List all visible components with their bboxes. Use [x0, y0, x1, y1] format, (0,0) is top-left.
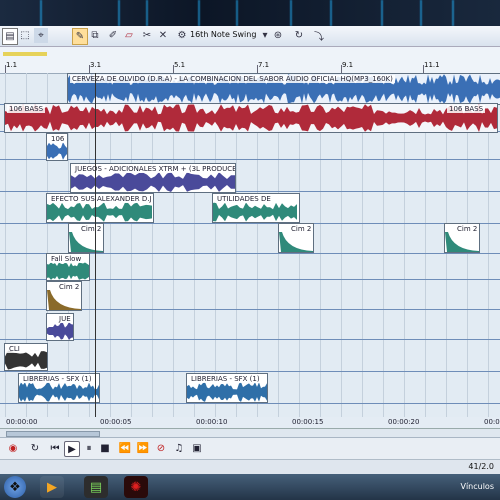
time-label: 00:00:00 [6, 418, 38, 426]
ruler-mark: 1.1 [6, 61, 18, 69]
taskbar: ❖ ▶ ▤ ✺ Vínculos [0, 474, 500, 500]
stop-icon[interactable]: ■ [98, 441, 112, 455]
clip-label: LIBRERIAS - SFX (1) [21, 375, 94, 383]
clip-cim[interactable]: Cim 2 [46, 281, 82, 311]
waveform [445, 232, 479, 252]
split-icon[interactable]: ✂ [140, 28, 154, 43]
waveform [213, 202, 297, 222]
ruler-mark: 9.1 [342, 61, 354, 69]
snap-icon[interactable]: ⚙ [176, 28, 188, 43]
metronome-off-icon[interactable]: ⊘ [154, 441, 168, 455]
panel-icon[interactable]: ▣ [190, 441, 204, 455]
tray-links: Vínculos [460, 482, 494, 491]
clip-label: Cim 2 [289, 225, 313, 233]
select-tool-icon[interactable]: ⬚ [18, 28, 32, 43]
loop-icon[interactable]: ↻ [28, 441, 42, 455]
loop-region[interactable] [3, 52, 47, 56]
chevron-down-icon[interactable]: ▾ [260, 28, 270, 43]
toolbar: ▤ ⬚ ⌖ ✎ ⧉ ✐ ▱ ✂ ✕ ⚙ 16th Note Swing ▾ ⊛ … [0, 26, 500, 47]
clip-librerias[interactable]: LIBRERIAS - SFX (1) [18, 373, 100, 403]
clip-cim[interactable]: Cim 2 [68, 223, 104, 253]
time-label: 00:00:2 [484, 418, 500, 426]
clip-cim[interactable]: Cim 2 [444, 223, 480, 253]
waveform [47, 202, 152, 222]
copy-tool-icon[interactable]: ⧉ [88, 28, 102, 43]
status-value: 41/2.0 [468, 462, 494, 471]
waveform [19, 382, 99, 402]
clip-label: CERVEZA DE OLVIDO (D.R.A) - LA COMBINACI… [70, 75, 395, 83]
redo-icon[interactable]: ⤵ [312, 28, 326, 43]
clip-label: CLI [7, 345, 22, 353]
volume-icon[interactable]: ♫ [172, 441, 186, 455]
waveform [47, 262, 89, 280]
media-player-icon[interactable]: ▶ [40, 476, 64, 498]
clip-label: JUE [57, 315, 73, 323]
clip-label: JUEGOS - ADICIONALES XTRM + (3L PRODUCER… [73, 165, 235, 173]
fast-forward-icon[interactable]: ⏩ [136, 441, 150, 455]
undo-icon[interactable]: ↻ [292, 28, 306, 43]
draw-tool-icon[interactable]: ✎ [72, 28, 88, 45]
start-icon[interactable]: ❖ [4, 476, 26, 498]
daw-icon[interactable]: ▤ [84, 476, 108, 498]
waveform [47, 322, 73, 340]
waveform [5, 350, 47, 370]
waveform [47, 290, 81, 310]
clip-label: Cim 2 [57, 283, 81, 291]
ruler-mark: 7.1 [258, 61, 270, 69]
clip-label: 106 BASS [447, 105, 486, 113]
app-icon[interactable]: ✺ [124, 476, 148, 498]
time-ruler[interactable]: 1.1 3.1 5.1 7.1 9.1 11.1 [0, 47, 500, 74]
waveform [69, 232, 103, 252]
play-from-start-icon[interactable]: ⏮ [48, 441, 62, 455]
mute-icon[interactable]: ✕ [156, 28, 170, 43]
ruler-mark: 11.1 [424, 61, 440, 69]
clip-efecto[interactable]: EFECTO SUS ALEXANDER D.J [46, 193, 154, 223]
status-bar: 41/2.0 [0, 459, 500, 474]
clip-fall-slow[interactable]: Fall Slow [46, 253, 90, 281]
pencil-icon[interactable]: ✐ [106, 28, 120, 43]
clip-label: EFECTO SUS ALEXANDER D.J [49, 195, 153, 203]
clip-label: LIBRERIAS - SFX (1) [189, 375, 262, 383]
layout-icon[interactable]: ▤ [2, 28, 18, 45]
clip-main-audio[interactable]: CERVEZA DE OLVIDO (D.R.A) - LA COMBINACI… [67, 73, 500, 105]
rewind-icon[interactable]: ⏪ [118, 441, 132, 455]
clip-106[interactable]: 106 [46, 133, 68, 161]
clip-bass[interactable]: 106 BASS 106 BASS [4, 103, 498, 133]
clip-label: 106 BASS [7, 105, 46, 113]
waveform [279, 232, 313, 252]
eraser-icon[interactable]: ▱ [122, 28, 136, 43]
waveform [5, 104, 497, 132]
swing-select[interactable]: 16th Note Swing [190, 30, 256, 39]
play-icon[interactable]: ▶ [64, 441, 80, 457]
clip-cli[interactable]: CLI [4, 343, 48, 371]
time-readout: 00:00:00 00:00:05 00:00:10 00:00:15 00:0… [0, 416, 500, 428]
clip-jue[interactable]: JUE [46, 313, 74, 341]
waveform [47, 142, 67, 160]
grid-icon[interactable]: ⊛ [272, 28, 284, 43]
clip-label: 106 [49, 135, 67, 143]
clip-label: Fall Slow [49, 255, 84, 263]
time-label: 00:00:20 [388, 418, 420, 426]
ruler-mark: 5.1 [174, 61, 186, 69]
waveform [187, 382, 267, 402]
time-label: 00:00:05 [100, 418, 132, 426]
playhead[interactable] [95, 73, 96, 417]
horizontal-scrollbar[interactable] [0, 428, 500, 437]
record-icon[interactable]: ◉ [6, 441, 20, 455]
clip-librerias[interactable]: LIBRERIAS - SFX (1) [186, 373, 268, 403]
pause-icon[interactable]: ⏸ [82, 441, 96, 455]
ruler-mark: 3.1 [90, 61, 102, 69]
clip-utilidades[interactable]: UTILIDADES DE [212, 193, 300, 223]
smart-tool-icon[interactable]: ⌖ [34, 28, 48, 43]
top-strip [0, 0, 500, 26]
arrange-view[interactable]: 1.1 3.1 5.1 7.1 9.1 11.1 CERVEZA DE OLVI… [0, 46, 500, 417]
time-label: 00:00:10 [196, 418, 228, 426]
time-label: 00:00:15 [292, 418, 324, 426]
clip-label: Cim 2 [455, 225, 479, 233]
clip-label: Cim 2 [79, 225, 103, 233]
clip-label: UTILIDADES DE [215, 195, 273, 203]
transport-bar: ◉ ↻ ⏮ ▶ ⏸ ■ ⏪ ⏩ ⊘ ♫ ▣ [0, 437, 500, 460]
clip-cim[interactable]: Cim 2 [278, 223, 314, 253]
